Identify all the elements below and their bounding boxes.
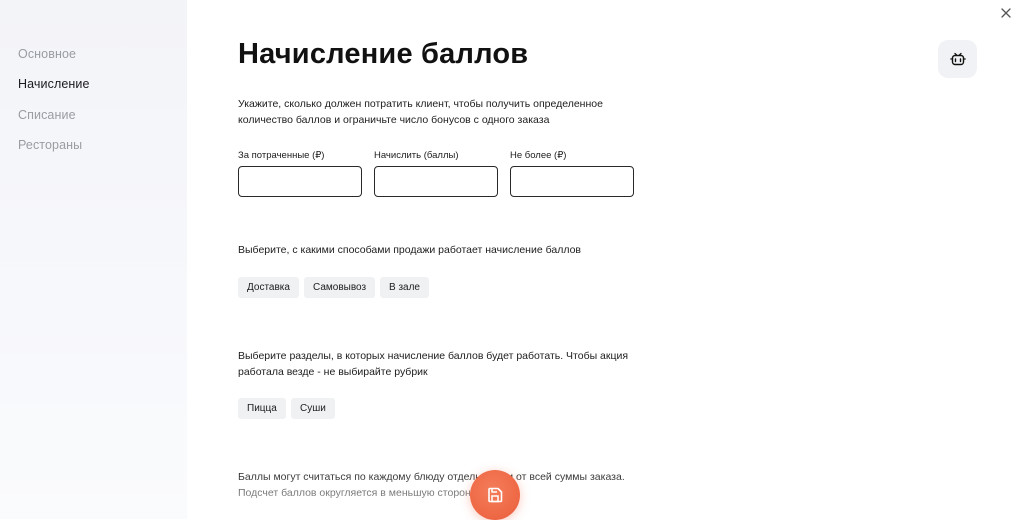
close-icon: [1001, 8, 1011, 18]
max-input[interactable]: [510, 166, 634, 197]
sidebar: Основное Начисление Списание Рестораны: [0, 0, 187, 519]
robot-icon: [949, 52, 966, 66]
chip-dine-in[interactable]: В зале: [380, 277, 429, 298]
chip-pizza[interactable]: Пицца: [238, 398, 286, 419]
max-label: Не более (₽): [510, 150, 567, 161]
save-icon: [488, 487, 503, 503]
accrue-input[interactable]: [374, 166, 498, 197]
spent-label: За потраченные (₽): [238, 150, 325, 161]
chip-sushi[interactable]: Суши: [291, 398, 335, 419]
calc-note: Баллы могут считаться по каждому блюду о…: [238, 469, 638, 501]
sections-prompt: Выберите разделы, в которых начисление б…: [238, 348, 638, 380]
intro-line-2: количество баллов и ограничьте число бон…: [238, 114, 550, 126]
intro-line-1: Укажите, сколько должен потратить клиент…: [238, 98, 603, 110]
spent-input[interactable]: [238, 166, 362, 197]
sidebar-item-accrual[interactable]: Начисление: [18, 77, 90, 91]
intro-text: Укажите, сколько должен потратить клиент…: [238, 96, 638, 128]
calc-note-line-2: Подсчет баллов округляется в меньшую сто…: [238, 487, 477, 499]
robot-button[interactable]: [938, 40, 977, 78]
save-button[interactable]: [470, 470, 520, 520]
page-title: Начисление баллов: [238, 38, 529, 70]
sales-methods-prompt: Выберите, с какими способами продажи раб…: [238, 242, 638, 258]
sections-prompt-line-1: Выберите разделы, в которых начисление б…: [238, 350, 629, 362]
calc-note-line-1: Баллы могут считаться по каждому блюду о…: [238, 471, 625, 483]
sidebar-item-restaurants[interactable]: Рестораны: [18, 138, 82, 152]
accrue-label: Начислить (баллы): [374, 150, 459, 161]
chip-pickup[interactable]: Самовывоз: [304, 277, 376, 298]
sections-prompt-line-2: работала везде - не выбирайте рубрик: [238, 366, 428, 378]
chip-delivery[interactable]: Доставка: [238, 277, 299, 298]
sales-methods-prompt-text: Выберите, с какими способами продажи раб…: [238, 244, 581, 256]
close-button[interactable]: [994, 1, 1018, 25]
sidebar-item-writeoff[interactable]: Списание: [18, 108, 76, 122]
sidebar-item-basic[interactable]: Основное: [18, 47, 76, 61]
